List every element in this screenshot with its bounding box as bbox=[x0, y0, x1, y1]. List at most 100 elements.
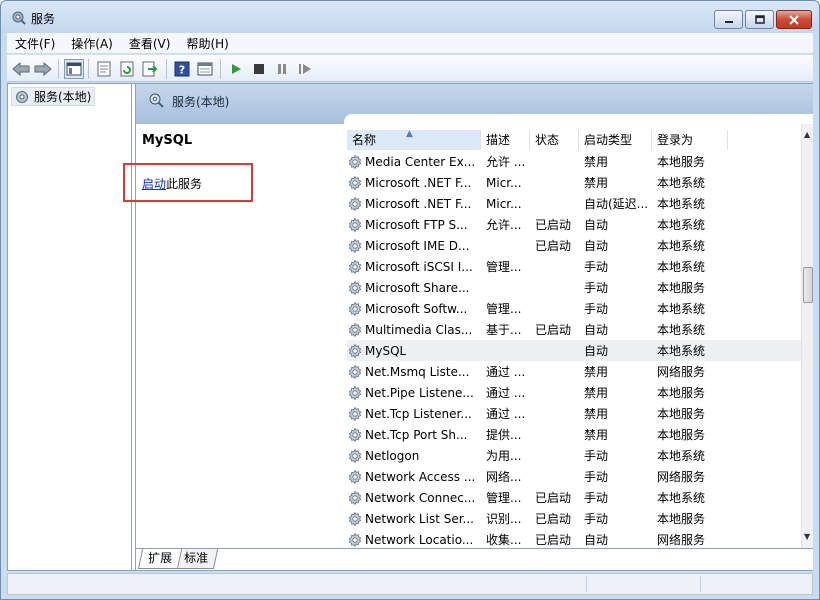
refresh-button[interactable] bbox=[117, 59, 137, 79]
service-name: Network Locatio... bbox=[365, 532, 474, 547]
service-name-cell: Microsoft .NET F... bbox=[347, 196, 481, 212]
properties-icon bbox=[97, 61, 111, 77]
service-name-cell: Multimedia Clas... bbox=[347, 322, 481, 338]
service-name-cell: Net.Pipe Listene... bbox=[347, 385, 481, 401]
scroll-up-arrow-icon[interactable]: ▲ bbox=[804, 130, 810, 139]
list-item[interactable]: Network List Ser... 识别... 已启动 手动 本地服务 bbox=[347, 508, 801, 529]
service-status: 已启动 bbox=[535, 491, 572, 505]
export-list-icon bbox=[142, 61, 158, 77]
menu-help[interactable]: 帮助(H) bbox=[178, 35, 236, 52]
list-item[interactable]: Microsoft IME D... 已启动 自动 本地系统 bbox=[347, 235, 801, 256]
service-startup-type: 自动 bbox=[584, 323, 609, 337]
resume-service-button[interactable] bbox=[295, 59, 315, 79]
service-log-on-as: 网络服务 bbox=[657, 470, 706, 484]
list-item[interactable]: Net.Msmq Liste... 通过 ... 禁用 网络服务 bbox=[347, 361, 801, 382]
list-item[interactable]: Microsoft .NET F... Micr... 禁用 本地系统 bbox=[347, 172, 801, 193]
service-startup-type: 禁用 bbox=[584, 428, 609, 442]
menu-view[interactable]: 查看(V) bbox=[121, 35, 179, 52]
list-item[interactable]: Multimedia Clas... 基于... 已启动 自动 本地系统 bbox=[347, 319, 801, 340]
service-gear-icon bbox=[348, 217, 362, 232]
list-item[interactable]: Microsoft iSCSI I... 管理... 手动 本地系统 bbox=[347, 256, 801, 277]
description-panel: MySQL 启动此服务 bbox=[123, 124, 344, 548]
list-item[interactable]: Netlogon 为用... 手动 本地系统 bbox=[347, 445, 801, 466]
back-button[interactable] bbox=[11, 59, 31, 79]
services-gear-icon bbox=[149, 93, 164, 108]
service-name-cell: Net.Tcp Port Sh... bbox=[347, 427, 481, 443]
list-item[interactable]: Microsoft .NET F... Micr... 自动(延迟... 本地系… bbox=[347, 193, 801, 214]
service-log-on-as: 本地服务 bbox=[657, 407, 706, 421]
service-startup-type: 自动 bbox=[584, 533, 609, 547]
vertical-scrollbar[interactable]: ▲ ▼ bbox=[801, 124, 813, 548]
service-log-on-as: 本地服务 bbox=[657, 386, 706, 400]
start-service-button[interactable] bbox=[226, 59, 246, 79]
service-name-cell: Microsoft iSCSI I... bbox=[347, 259, 481, 275]
pane-header: 服务(本地) bbox=[136, 84, 813, 126]
service-log-on-as: 本地系统 bbox=[657, 260, 706, 274]
pause-icon bbox=[278, 64, 286, 74]
close-button[interactable] bbox=[776, 10, 812, 29]
selected-service-name: MySQL bbox=[142, 133, 193, 148]
console-tree-icon bbox=[66, 62, 82, 76]
stop-service-button[interactable] bbox=[249, 59, 269, 79]
tab-extended[interactable]: 扩展 bbox=[137, 549, 183, 569]
export-list-button[interactable] bbox=[140, 59, 160, 79]
menu-file[interactable]: 文件(F) bbox=[7, 35, 63, 52]
service-description: 管理... bbox=[486, 491, 522, 505]
service-name: Microsoft FTP S... bbox=[365, 217, 468, 232]
service-log-on-as: 本地系统 bbox=[657, 239, 706, 253]
pause-service-button[interactable] bbox=[272, 59, 292, 79]
service-startup-type: 禁用 bbox=[584, 386, 609, 400]
scroll-thumb[interactable] bbox=[803, 267, 813, 303]
column-header-status[interactable]: 状态 bbox=[530, 130, 579, 150]
list-item[interactable]: Net.Pipe Listene... 通过 ... 禁用 本地服务 bbox=[347, 382, 801, 403]
svg-text:?: ? bbox=[179, 64, 185, 77]
menu-action[interactable]: 操作(A) bbox=[63, 35, 121, 52]
service-name: Net.Msmq Liste... bbox=[365, 364, 470, 379]
tree-item-services-local[interactable]: 服务(本地) bbox=[11, 87, 96, 106]
service-name-cell: Media Center Ex... bbox=[347, 154, 481, 170]
refresh-icon bbox=[120, 61, 134, 77]
column-header-startup-type[interactable]: 启动类型 bbox=[579, 130, 652, 150]
minimize-button[interactable] bbox=[714, 10, 743, 29]
list-item[interactable]: Network Locatio... 收集... 已启动 自动 网络服务 bbox=[347, 529, 801, 548]
show-hide-console-tree-button[interactable] bbox=[64, 59, 84, 79]
list-item[interactable]: Microsoft FTP S... 允许... 已启动 自动 本地系统 bbox=[347, 214, 801, 235]
services-gear-icon bbox=[16, 91, 28, 103]
service-startup-type: 禁用 bbox=[584, 407, 609, 421]
list-item[interactable]: Media Center Ex... 允许 ... 禁用 本地服务 bbox=[347, 151, 801, 172]
list-item[interactable]: Network Access ... 网络... 手动 网络服务 bbox=[347, 466, 801, 487]
service-name: Microsoft .NET F... bbox=[365, 175, 472, 190]
menu-bar: 文件(F) 操作(A) 查看(V) 帮助(H) bbox=[7, 33, 813, 53]
maximize-button[interactable] bbox=[745, 10, 774, 29]
window-title: 服务 bbox=[31, 12, 56, 26]
title-bar[interactable]: 服务 bbox=[1, 1, 819, 33]
maximize-icon bbox=[754, 14, 765, 24]
scroll-down-arrow-icon[interactable]: ▼ bbox=[804, 532, 810, 541]
service-name: Media Center Ex... bbox=[365, 154, 476, 169]
list-item[interactable]: Network Connec... 管理... 已启动 手动 本地系统 bbox=[347, 487, 801, 508]
service-log-on-as: 本地服务 bbox=[657, 155, 706, 169]
service-gear-icon bbox=[348, 238, 362, 253]
resume-icon bbox=[299, 64, 311, 74]
help-button[interactable]: ? bbox=[172, 59, 192, 79]
column-header-description[interactable]: 描述 bbox=[481, 130, 530, 150]
service-name: Net.Tcp Port Sh... bbox=[365, 427, 468, 442]
list-item[interactable]: MySQL 自动 本地系统 bbox=[347, 340, 801, 361]
service-name-cell: Microsoft IME D... bbox=[347, 238, 481, 254]
list-item[interactable]: Net.Tcp Listener... 通过 ... 禁用 本地服务 bbox=[347, 403, 801, 424]
service-startup-type: 自动 bbox=[584, 344, 609, 358]
properties-button[interactable] bbox=[94, 59, 114, 79]
list-item[interactable]: Net.Tcp Port Sh... 提供... 禁用 本地服务 bbox=[347, 424, 801, 445]
view-button[interactable] bbox=[195, 59, 215, 79]
list-item[interactable]: Microsoft Softw... 管理... 手动 本地系统 bbox=[347, 298, 801, 319]
list-header: ▲ 名称 描述 状态 启动类型 登录为 bbox=[347, 129, 801, 150]
service-name-cell: Microsoft Softw... bbox=[347, 301, 481, 317]
service-description: 允许... bbox=[486, 218, 522, 232]
forward-button[interactable] bbox=[33, 59, 53, 79]
column-header-name[interactable]: ▲ 名称 bbox=[347, 129, 481, 150]
list-item[interactable]: Microsoft Share... 手动 本地服务 bbox=[347, 277, 801, 298]
column-header-log-on-as[interactable]: 登录为 bbox=[652, 130, 728, 150]
service-gear-icon bbox=[348, 343, 362, 358]
view-tabs: 扩展 标准 bbox=[136, 548, 813, 570]
service-description: 通过 ... bbox=[486, 407, 526, 421]
